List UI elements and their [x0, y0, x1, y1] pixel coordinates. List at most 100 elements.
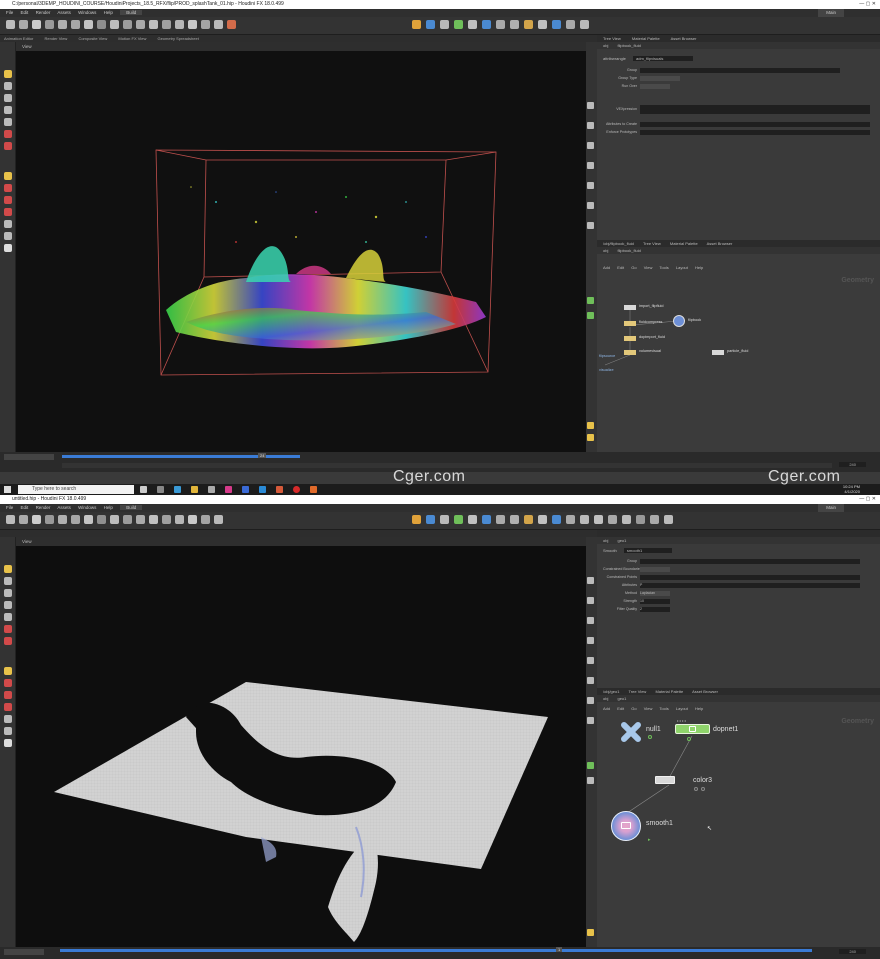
frame-indicator[interactable]: 24 — [258, 453, 267, 458]
shelf-tool-icon[interactable] — [227, 20, 236, 29]
node-box[interactable] — [673, 315, 685, 327]
param-field[interactable] — [640, 558, 860, 564]
display-option-icon[interactable] — [587, 577, 594, 584]
display-option-icon[interactable] — [587, 777, 594, 784]
opera-icon[interactable] — [293, 486, 300, 493]
view-tool-icon[interactable] — [4, 172, 12, 180]
select-tool-icon[interactable] — [4, 565, 12, 573]
playback-controls[interactable] — [4, 454, 54, 460]
context-selector[interactable]: Main — [818, 504, 844, 512]
display-option-icon[interactable] — [587, 102, 594, 109]
display-option-icon[interactable] — [587, 297, 594, 304]
app-icon[interactable] — [157, 486, 164, 493]
snap-icon[interactable] — [4, 208, 12, 216]
shelf-tool-icon[interactable] — [482, 515, 491, 524]
houdini-icon[interactable] — [310, 486, 317, 493]
menu-assets[interactable]: Assets — [57, 505, 71, 510]
node-box[interactable] — [624, 321, 636, 326]
vex-code-field[interactable] — [640, 105, 870, 114]
path-obj[interactable]: obj — [603, 538, 608, 543]
display-option-icon[interactable] — [587, 657, 594, 664]
windows-start-icon[interactable] — [4, 486, 11, 493]
shelf-tool-icon[interactable] — [524, 515, 533, 524]
tab-animation-editor[interactable]: Animation Editor — [4, 36, 33, 41]
menu-help[interactable]: Help — [104, 505, 113, 510]
taskbar-clock[interactable]: 10:24 PM 4/1/2020 — [843, 484, 860, 494]
param-field[interactable] — [640, 67, 840, 73]
shelf-tool-icon[interactable] — [440, 515, 449, 524]
tab-tree-view[interactable]: Tree View — [603, 36, 621, 41]
shelf-tool-icon[interactable] — [123, 515, 132, 524]
menu-edit[interactable]: Edit — [21, 505, 29, 510]
path-node[interactable]: flipbook_fluid — [617, 43, 640, 48]
shelf-tool-icon[interactable] — [110, 515, 119, 524]
display-option-icon[interactable] — [587, 637, 594, 644]
shelf-tool-icon[interactable] — [19, 20, 28, 29]
display-option-icon[interactable] — [587, 422, 594, 429]
menu-windows[interactable]: Windows — [78, 505, 96, 510]
shelf-tool-icon[interactable] — [45, 515, 54, 524]
param-field[interactable]: P — [640, 582, 860, 588]
shelf-tool-icon[interactable] — [412, 515, 421, 524]
shelf-tool-icon[interactable] — [664, 515, 673, 524]
app-icon[interactable] — [242, 486, 249, 493]
snap-icon[interactable] — [4, 715, 12, 723]
color-node[interactable] — [655, 776, 675, 784]
shelf-tool-icon[interactable] — [510, 20, 519, 29]
shelf-tool-icon[interactable] — [412, 20, 421, 29]
menu-file[interactable]: File — [6, 505, 13, 510]
shelf-tool-icon[interactable] — [188, 515, 197, 524]
shelf-tool-icon[interactable] — [426, 515, 435, 524]
rotate-tool-icon[interactable] — [4, 589, 12, 597]
window-controls[interactable]: — ▢ ✕ — [859, 495, 876, 504]
display-option-icon[interactable] — [587, 312, 594, 319]
shelf-tool-icon[interactable] — [496, 20, 505, 29]
display-option-icon[interactable] — [587, 929, 594, 936]
snap-icon[interactable] — [4, 220, 12, 228]
param-field[interactable] — [640, 121, 870, 127]
shelf-tool-icon[interactable] — [566, 515, 575, 524]
shelf-tool-icon[interactable] — [468, 515, 477, 524]
shelf-tool-icon[interactable] — [6, 20, 15, 29]
frame-indicator[interactable]: 1 — [556, 947, 563, 952]
shelf-tool-icon[interactable] — [566, 20, 575, 29]
shelf-tool-icon[interactable] — [538, 20, 547, 29]
shelf-tool-icon[interactable] — [32, 20, 41, 29]
shelf-tool-icon[interactable] — [58, 515, 67, 524]
shelf-tool-icon[interactable] — [19, 515, 28, 524]
menu-render[interactable]: Render — [36, 505, 51, 510]
shelf-tool-icon[interactable] — [552, 20, 561, 29]
display-option-icon[interactable] — [587, 434, 594, 441]
shelf-tool-icon[interactable] — [136, 515, 145, 524]
shelf-tool-icon[interactable] — [440, 20, 449, 29]
explorer-icon[interactable] — [191, 486, 198, 493]
param-dropdown[interactable] — [640, 83, 670, 89]
param-dropdown[interactable] — [640, 566, 670, 572]
menu-help[interactable]: Help — [104, 10, 113, 15]
param-field[interactable] — [640, 129, 870, 135]
shelf-tool-icon[interactable] — [201, 20, 210, 29]
network-editor[interactable]: /obj/geo1 Tree View Material Palette Ass… — [597, 688, 880, 947]
tab-motion-fx-view[interactable]: Motion FX View — [118, 36, 146, 41]
node-name-field[interactable]: adm_flipvisuals — [633, 56, 694, 61]
desktop-selector[interactable]: Build — [120, 10, 143, 15]
timeline-frame-end[interactable]: 240 — [839, 462, 866, 467]
shelf-tool-icon[interactable] — [149, 20, 158, 29]
shelf-tool-icon[interactable] — [468, 20, 477, 29]
param-dropdown[interactable] — [640, 75, 680, 81]
rotate-tool-icon[interactable] — [4, 94, 12, 102]
display-option-icon[interactable] — [587, 697, 594, 704]
shelf-tool-icon[interactable] — [636, 515, 645, 524]
menu-assets[interactable]: Assets — [57, 10, 71, 15]
shelf-tool-icon[interactable] — [45, 20, 54, 29]
timeline-frame-end[interactable]: 240 — [839, 949, 866, 954]
shelf-tool-icon[interactable] — [123, 20, 132, 29]
shelf-tool-icon[interactable] — [482, 20, 491, 29]
display-option-icon[interactable] — [587, 677, 594, 684]
snap-icon[interactable] — [4, 739, 12, 747]
menu-edit[interactable]: Edit — [21, 10, 29, 15]
shelf-tool-icon[interactable] — [552, 515, 561, 524]
display-option-icon[interactable] — [587, 202, 594, 209]
path-obj[interactable]: obj — [603, 43, 608, 48]
context-selector[interactable]: Main — [818, 9, 844, 17]
